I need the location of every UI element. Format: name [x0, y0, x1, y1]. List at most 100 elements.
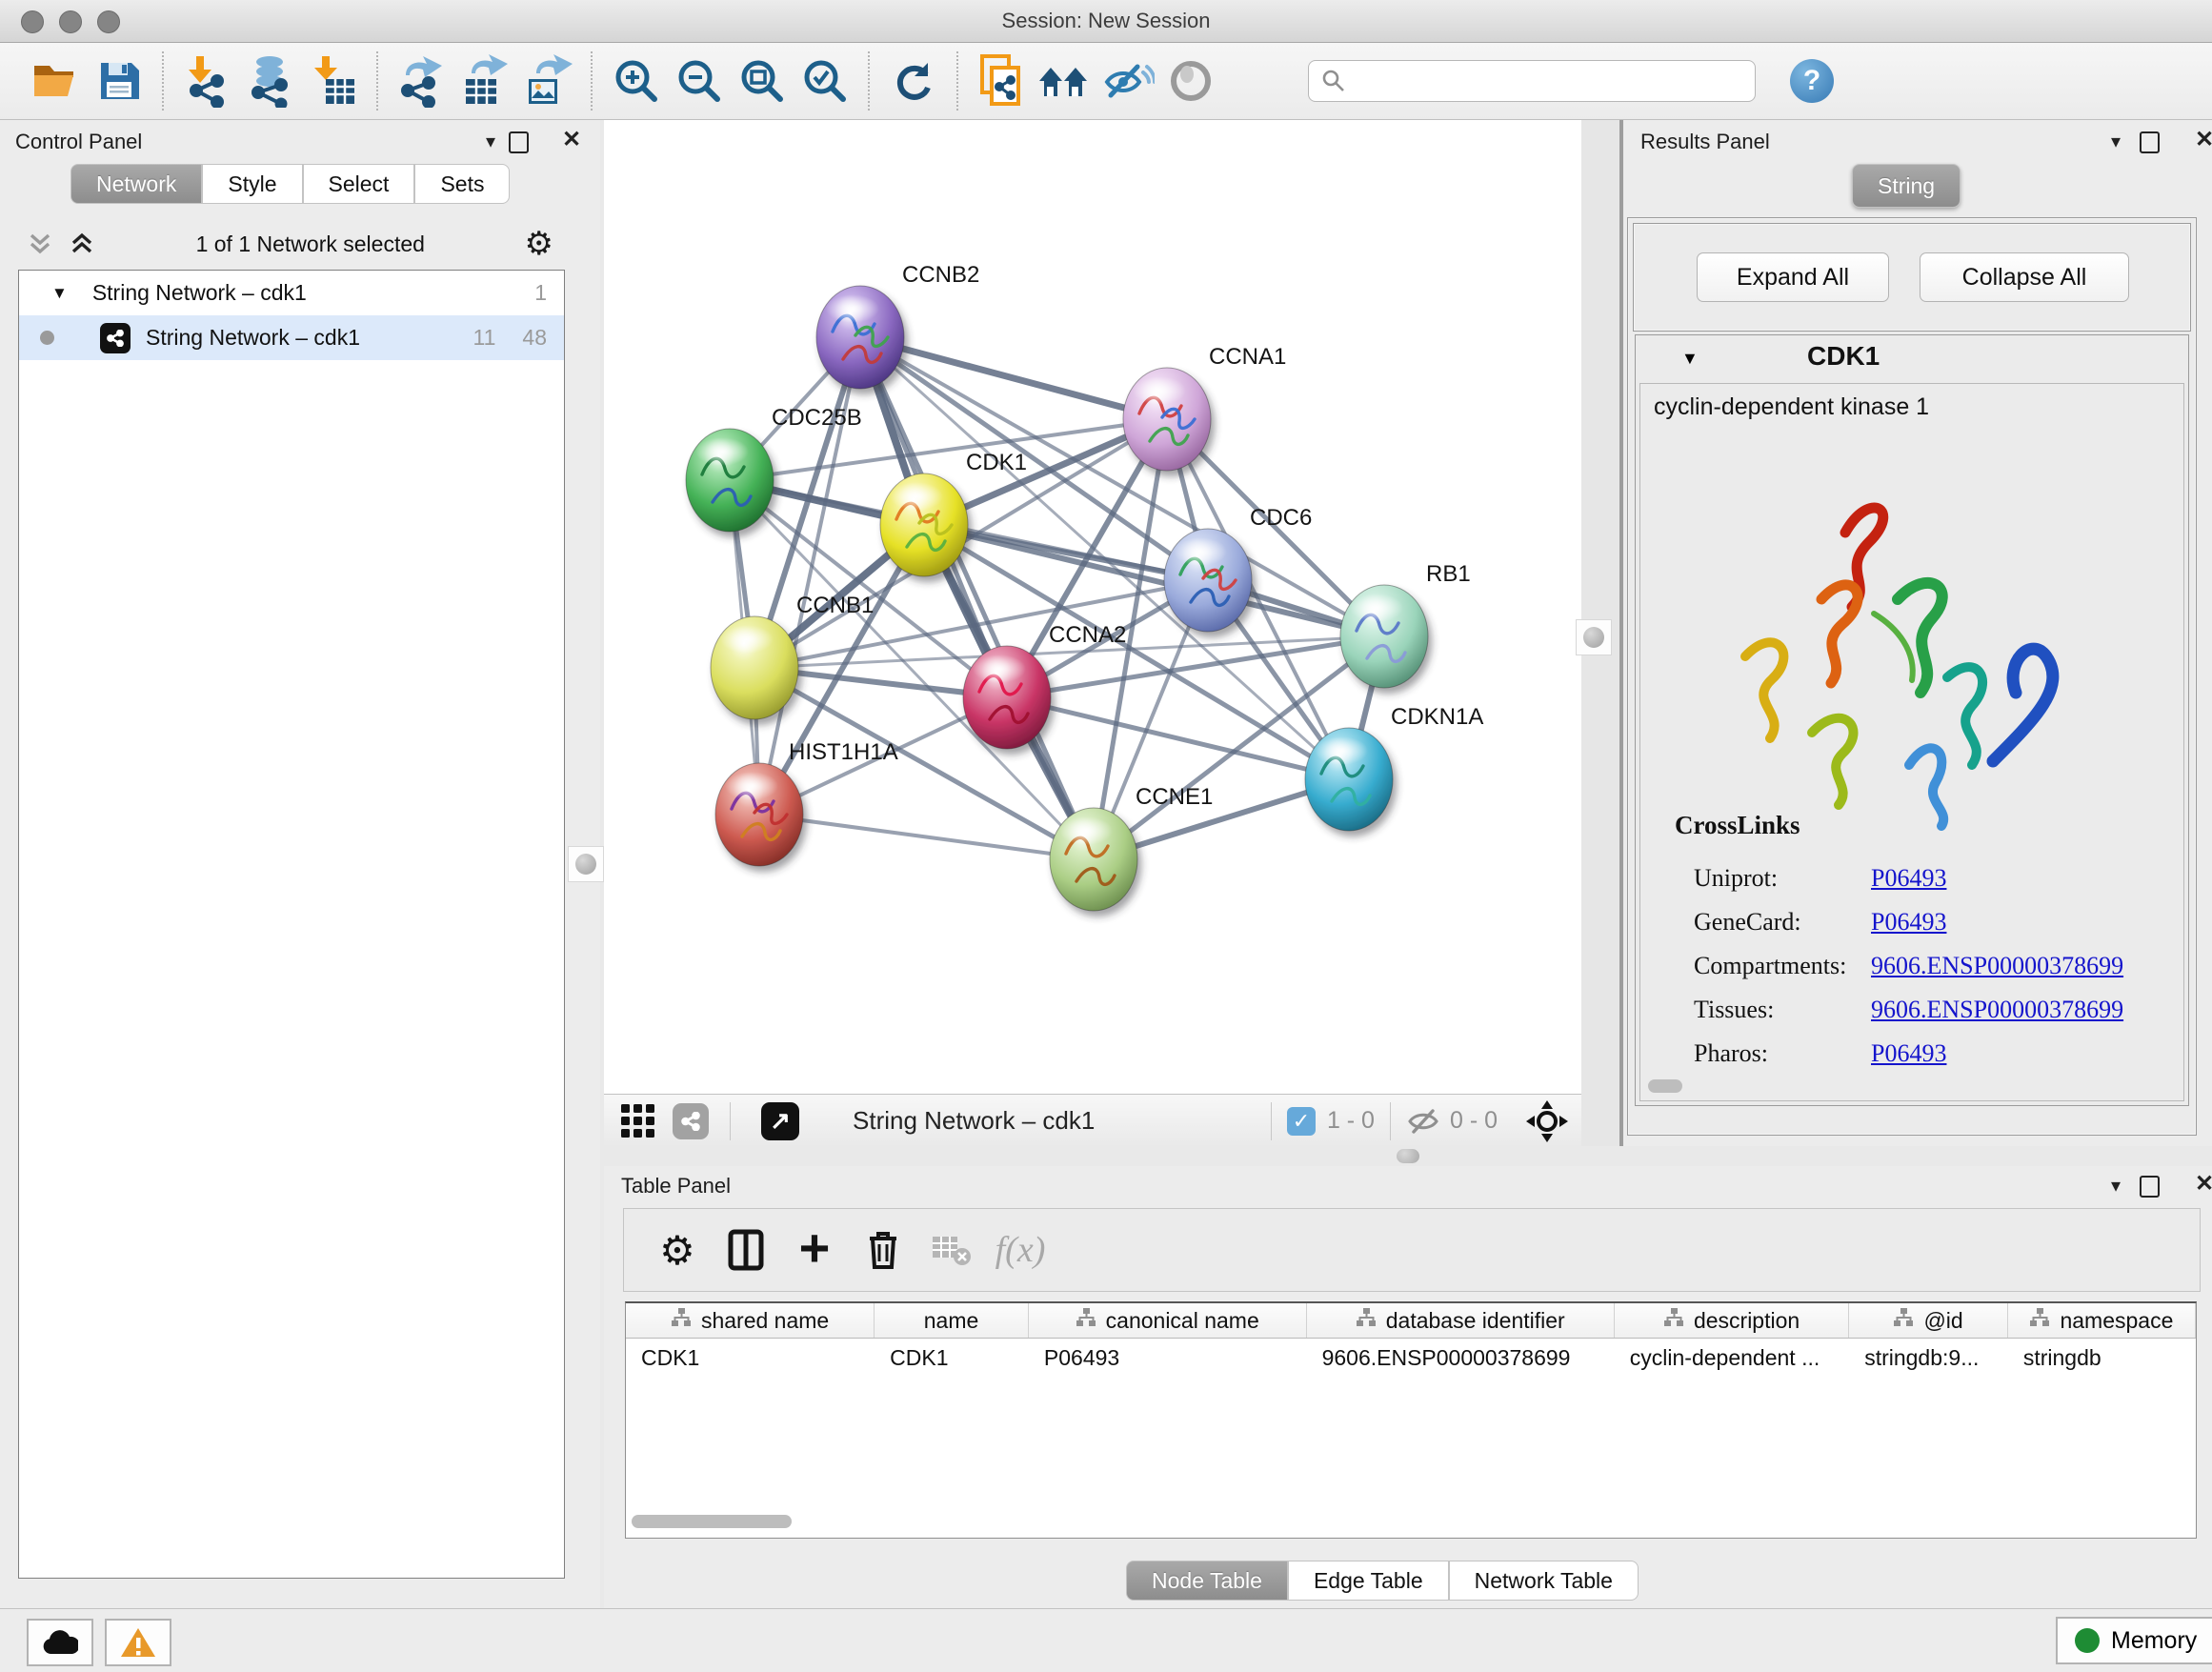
network-edge[interactable]: [860, 337, 1094, 859]
zoom-fit-icon[interactable]: [731, 50, 794, 112]
birds-eye-view-icon[interactable]: ↗: [761, 1102, 799, 1140]
delete-column-icon[interactable]: [849, 1220, 917, 1279]
results-tab-string[interactable]: String: [1852, 164, 1961, 208]
save-session-icon[interactable]: [88, 50, 151, 112]
warning-status-button[interactable]: [105, 1619, 171, 1666]
add-column-icon[interactable]: +: [780, 1218, 849, 1282]
export-table-icon[interactable]: [453, 50, 516, 112]
horizontal-splitter-handle[interactable]: [1397, 1149, 1419, 1163]
function-builder-icon[interactable]: f(x): [986, 1220, 1055, 1279]
memory-button[interactable]: Memory: [2056, 1617, 2212, 1664]
crosslink-link[interactable]: P06493: [1871, 864, 1946, 893]
network-node-CCNB2[interactable]: [816, 286, 904, 389]
network-node-RB1[interactable]: [1340, 585, 1428, 688]
column-header-name[interactable]: name: [875, 1303, 1029, 1338]
help-button[interactable]: ?: [1790, 59, 1834, 103]
expand-all-button[interactable]: Expand All: [1697, 252, 1889, 302]
control-panel-float-icon[interactable]: [509, 131, 529, 156]
crosslink-link[interactable]: P06493: [1871, 1039, 1946, 1068]
tab-node-table[interactable]: Node Table: [1126, 1561, 1288, 1601]
hide-selected-icon[interactable]: [1096, 50, 1159, 112]
search-field[interactable]: [1347, 68, 1732, 94]
network-node-CCNA2[interactable]: [963, 646, 1051, 749]
apply-layout-icon[interactable]: [882, 50, 945, 112]
column-header-description[interactable]: description: [1615, 1303, 1849, 1338]
show-columns-icon[interactable]: [712, 1220, 780, 1279]
table-hscrollbar[interactable]: [632, 1515, 792, 1528]
column-header-shared-name[interactable]: shared name: [626, 1303, 875, 1338]
grid-view-icon[interactable]: [619, 1102, 657, 1140]
collapse-all-button[interactable]: Collapse All: [1920, 252, 2129, 302]
results-panel-float-icon[interactable]: [2140, 131, 2160, 156]
expand-all-networks-icon[interactable]: [68, 230, 96, 258]
network-collection-row[interactable]: ▼ String Network – cdk1 1: [19, 271, 564, 315]
selected-checkbox-icon[interactable]: ✓: [1287, 1107, 1316, 1136]
import-network-from-database-icon[interactable]: [239, 50, 302, 112]
network-edge[interactable]: [759, 815, 1094, 859]
tab-style[interactable]: Style: [202, 164, 302, 204]
search-input[interactable]: [1308, 60, 1756, 102]
import-network-from-file-icon[interactable]: [176, 50, 239, 112]
delete-table-icon[interactable]: [917, 1220, 986, 1279]
network-node-CCNB1[interactable]: [711, 616, 798, 719]
show-all-icon[interactable]: [1159, 50, 1222, 112]
network-canvas[interactable]: CCNB2CCNA1CDC25BCDK1CDC6RB1CCNB1CCNA2CDK…: [604, 120, 1581, 1094]
cloud-status-button[interactable]: [27, 1619, 93, 1666]
tab-network[interactable]: Network: [70, 164, 202, 204]
open-file-icon[interactable]: [25, 50, 88, 112]
network-row[interactable]: String Network – cdk1 11 48: [19, 315, 564, 360]
collapse-all-networks-icon[interactable]: [26, 230, 54, 258]
table-cell[interactable]: CDK1: [875, 1339, 1029, 1377]
control-panel-close-icon[interactable]: ✕: [562, 126, 581, 153]
crosslink-link[interactable]: 9606.ENSP00000378699: [1871, 996, 2123, 1024]
entry-expander-icon[interactable]: ▼: [1681, 349, 1699, 369]
export-network-icon[interactable]: [391, 50, 453, 112]
first-neighbors-icon[interactable]: [1034, 50, 1096, 112]
table-row[interactable]: CDK1CDK1P064939606.ENSP00000378699cyclin…: [626, 1339, 2196, 1377]
right-splitter-handle[interactable]: [1576, 619, 1612, 655]
left-splitter-handle[interactable]: [568, 846, 604, 882]
move-crosshair-icon[interactable]: [1526, 1100, 1568, 1142]
import-table-from-file-icon[interactable]: [302, 50, 365, 112]
network-options-gear-icon[interactable]: ⚙: [525, 225, 553, 263]
results-panel-float-menu-icon[interactable]: ▾: [2111, 130, 2121, 153]
column-header-namespace[interactable]: namespace: [2008, 1303, 2196, 1338]
column-header-canonical-name[interactable]: canonical name: [1029, 1303, 1307, 1338]
zoom-in-icon[interactable]: [605, 50, 668, 112]
table-cell[interactable]: cyclin-dependent ...: [1615, 1339, 1849, 1377]
collection-expander-icon[interactable]: ▼: [51, 284, 68, 303]
table-options-gear-icon[interactable]: ⚙: [643, 1220, 712, 1279]
crosslink-link[interactable]: 9606.ENSP00000378699: [1871, 952, 2123, 980]
control-panel-float-menu-icon[interactable]: ▾: [486, 130, 495, 153]
table-cell[interactable]: 9606.ENSP00000378699: [1307, 1339, 1615, 1377]
tab-sets[interactable]: Sets: [414, 164, 510, 204]
zoom-out-icon[interactable]: [668, 50, 731, 112]
network-node-CCNA1[interactable]: [1123, 368, 1211, 471]
new-network-from-selection-icon[interactable]: [971, 50, 1034, 112]
results-panel-close-icon[interactable]: ✕: [2195, 126, 2212, 153]
network-node-CDK1[interactable]: [880, 473, 968, 576]
tab-edge-table[interactable]: Edge Table: [1288, 1561, 1449, 1601]
tab-select[interactable]: Select: [303, 164, 415, 204]
network-node-CDC6[interactable]: [1164, 529, 1252, 632]
crosslink-link[interactable]: P06493: [1871, 908, 1946, 937]
table-cell[interactable]: CDK1: [626, 1339, 875, 1377]
network-share-view-icon[interactable]: [673, 1103, 709, 1139]
export-image-icon[interactable]: [516, 50, 579, 112]
network-node-CCNE1[interactable]: [1050, 808, 1137, 911]
network-node-HIST1H1A[interactable]: [715, 763, 803, 866]
tab-network-table[interactable]: Network Table: [1449, 1561, 1639, 1601]
zoom-selected-icon[interactable]: [794, 50, 856, 112]
column-header-database-identifier[interactable]: database identifier: [1307, 1303, 1615, 1338]
table-cell[interactable]: stringdb:9...: [1849, 1339, 2008, 1377]
crosslink-row: Tissues:9606.ENSP00000378699: [1694, 988, 2170, 1032]
table-panel-float-icon[interactable]: [2140, 1176, 2160, 1200]
table-cell[interactable]: P06493: [1029, 1339, 1307, 1377]
column-header-@id[interactable]: @id: [1849, 1303, 2008, 1338]
table-panel-close-icon[interactable]: ✕: [2195, 1170, 2212, 1198]
entry-hscrollbar[interactable]: [1648, 1079, 1682, 1093]
table-cell[interactable]: stringdb: [2008, 1339, 2196, 1377]
network-node-CDC25B[interactable]: [686, 429, 774, 532]
network-node-CDKN1A[interactable]: [1305, 728, 1393, 831]
table-panel-float-menu-icon[interactable]: ▾: [2111, 1174, 2121, 1198]
